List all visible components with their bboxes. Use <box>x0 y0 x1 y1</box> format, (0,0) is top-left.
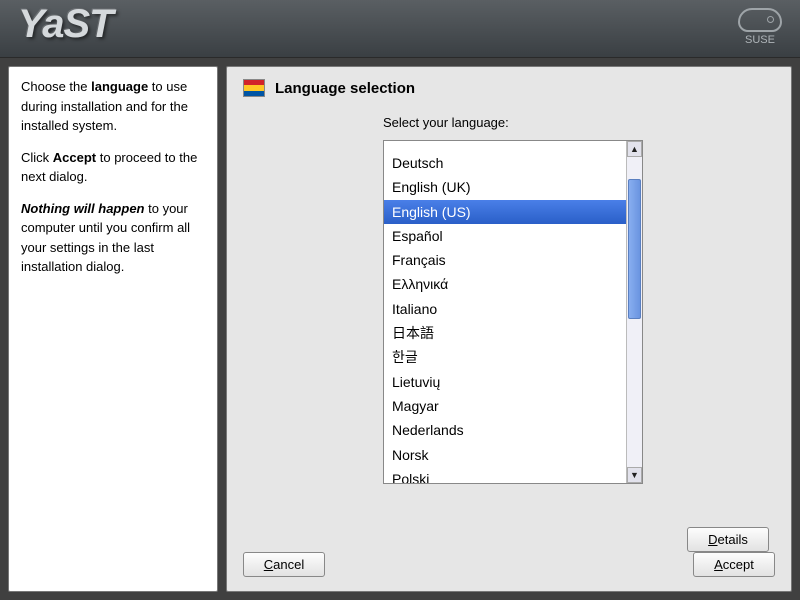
button-mnemonic: C <box>264 557 273 572</box>
list-item[interactable]: Norsk <box>384 443 626 467</box>
list-item[interactable]: Italiano <box>384 297 626 321</box>
select-language-label: Select your language: <box>383 115 775 130</box>
header: YaST SUSE <box>0 0 800 58</box>
scrollbar[interactable]: ▲ ▼ <box>626 141 642 483</box>
list-item[interactable]: Deutsch <box>384 151 626 175</box>
details-button[interactable]: Details <box>687 527 769 552</box>
page-title: Language selection <box>275 80 415 97</box>
language-listbox[interactable]: Dansk DeutschEnglish (UK)English (US)Esp… <box>383 140 643 484</box>
button-label: ancel <box>273 557 304 572</box>
list-item[interactable]: Lietuvių <box>384 370 626 394</box>
language-list[interactable]: Dansk DeutschEnglish (UK)English (US)Esp… <box>384 141 626 483</box>
panel-title-row: Language selection <box>243 79 775 97</box>
list-item[interactable]: Español <box>384 224 626 248</box>
list-item[interactable]: Polski <box>384 467 626 483</box>
help-paragraph: Nothing will happen to your computer unt… <box>21 199 205 277</box>
list-item[interactable]: Ελληνικά <box>384 272 626 296</box>
list-item[interactable]: Français <box>384 248 626 272</box>
text-bold: Nothing will happen <box>21 201 145 216</box>
list-item[interactable]: Nederlands <box>384 418 626 442</box>
button-mnemonic: D <box>708 532 717 547</box>
help-paragraph: Choose the language to use during instal… <box>21 77 205 136</box>
yast-logo: YaST <box>18 2 113 47</box>
button-label: etails <box>718 532 748 547</box>
cancel-button[interactable]: Cancel <box>243 552 325 577</box>
scroll-up-button[interactable]: ▲ <box>627 141 642 157</box>
scroll-down-button[interactable]: ▼ <box>627 467 642 483</box>
content: Choose the language to use during instal… <box>0 58 800 600</box>
button-row: Cancel Accept <box>243 552 775 577</box>
scroll-track[interactable] <box>627 157 642 467</box>
main-panel: Language selection Select your language:… <box>226 66 792 592</box>
flag-icon <box>243 79 265 97</box>
language-list-area: Dansk DeutschEnglish (UK)English (US)Esp… <box>383 140 643 484</box>
chameleon-icon <box>738 8 782 32</box>
list-item-partial[interactable]: Dansk <box>384 141 626 151</box>
suse-logo: SUSE <box>738 8 782 46</box>
text-bold: Accept <box>53 150 96 165</box>
help-paragraph: Click Accept to proceed to the next dial… <box>21 148 205 187</box>
list-item[interactable]: English (UK) <box>384 175 626 199</box>
text: Choose the <box>21 79 91 94</box>
brand-text: SUSE <box>738 34 782 46</box>
list-item[interactable]: Magyar <box>384 394 626 418</box>
text-bold: language <box>91 79 148 94</box>
scroll-thumb[interactable] <box>628 179 641 319</box>
list-item[interactable]: 日本語 <box>384 321 626 345</box>
accept-button[interactable]: Accept <box>693 552 775 577</box>
button-mnemonic: A <box>714 557 723 572</box>
help-panel: Choose the language to use during instal… <box>8 66 218 592</box>
text: Click <box>21 150 53 165</box>
list-item[interactable]: 한글 <box>384 345 626 369</box>
button-label: ccept <box>723 557 754 572</box>
list-item[interactable]: English (US) <box>384 200 626 224</box>
